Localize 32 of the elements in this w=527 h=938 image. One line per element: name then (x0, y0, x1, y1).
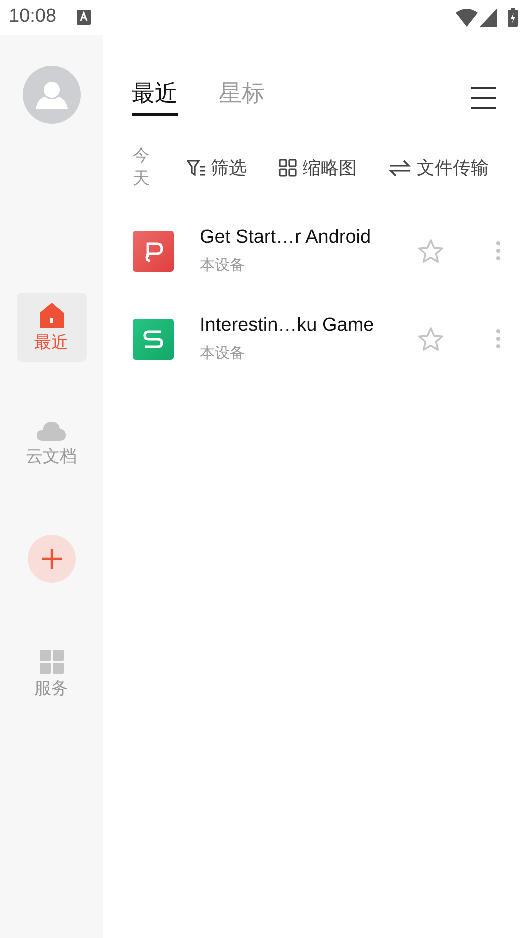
presentation-file-icon (133, 230, 174, 272)
spreadsheet-file-icon (133, 318, 174, 360)
tab[interactable]: 最近 (132, 79, 178, 116)
avatar-icon[interactable] (22, 66, 80, 124)
wifi-icon (456, 8, 478, 26)
file-location: 本设备 (200, 256, 246, 276)
star-icon[interactable] (418, 326, 444, 352)
more-icon[interactable] (496, 329, 501, 349)
grid-icon (279, 159, 297, 177)
date-group-label: 今天 (133, 145, 150, 190)
toolbar-button[interactable]: 文件传输 (389, 154, 489, 182)
grid-icon (40, 650, 64, 674)
toolbar-button[interactable]: 缩略图 (279, 154, 357, 182)
keyboard-icon (76, 10, 91, 25)
toolbar-button[interactable]: 筛选 (187, 154, 247, 182)
transfer-icon (389, 159, 411, 177)
plus-icon (42, 549, 62, 569)
status-time: 10:08 (9, 5, 57, 30)
file-row[interactable]: Interestin…ku Game 本设备 (103, 295, 527, 383)
menu-icon[interactable] (471, 86, 496, 108)
cloud-icon (37, 420, 66, 442)
star-icon[interactable] (418, 238, 444, 264)
battery-icon (508, 8, 518, 27)
filter-icon (187, 159, 205, 177)
signal-icon (480, 8, 497, 26)
file-name: Get Start…r Android (200, 226, 372, 250)
add-button[interactable] (28, 535, 76, 583)
file-name: Interestin…ku Game (200, 314, 376, 338)
file-row[interactable]: Get Start…r Android 本设备 (103, 207, 527, 295)
file-location: 本设备 (200, 344, 246, 364)
house-icon (40, 302, 64, 328)
more-icon[interactable] (496, 241, 501, 261)
